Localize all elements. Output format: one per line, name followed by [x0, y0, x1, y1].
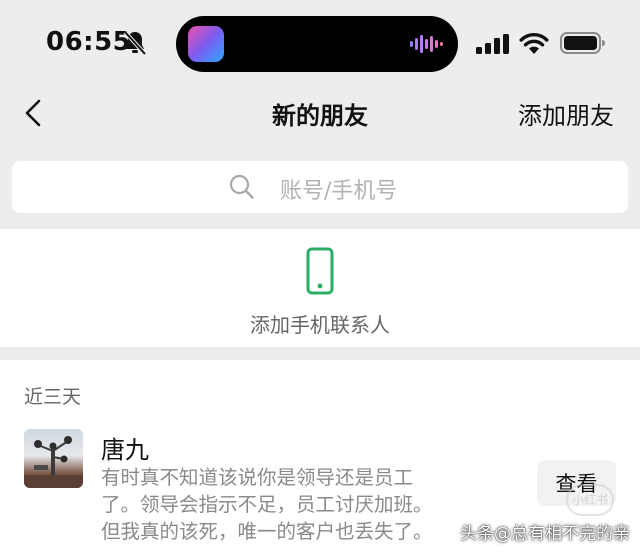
status-time: 06:55 [46, 27, 132, 57]
app-icon [188, 26, 224, 62]
search-icon [229, 174, 254, 199]
search-placeholder: 账号/手机号 [280, 179, 398, 204]
request-message: 有时真不知道该说你是领导还是员工 了。领导会指示不足，员工讨厌加班。 但我真的该… [101, 466, 433, 543]
avatar [24, 429, 83, 488]
street-lamp-image [24, 436, 83, 488]
bell-slash-icon [123, 30, 147, 56]
add-phone-contacts-button[interactable]: 添加手机联系人 [0, 229, 640, 347]
status-bar: 06:55 [0, 0, 640, 88]
search-input[interactable]: 账号/手机号 [12, 161, 628, 213]
wifi-icon [519, 33, 549, 54]
battery-icon [560, 32, 605, 54]
phone-icon [306, 247, 334, 295]
signal-icon [476, 34, 509, 54]
audio-wave-icon [410, 35, 443, 53]
watermark-text: 头条@总有相不完的亲 [460, 524, 630, 544]
contact-name: 唐九 [101, 436, 149, 464]
dynamic-island [176, 16, 458, 72]
watermark-badge: 小红书 [566, 484, 614, 516]
section-header: 近三天 [24, 386, 82, 408]
add-phone-contacts-label: 添加手机联系人 [250, 313, 390, 337]
add-friend-button[interactable]: 添加朋友 [518, 96, 614, 131]
